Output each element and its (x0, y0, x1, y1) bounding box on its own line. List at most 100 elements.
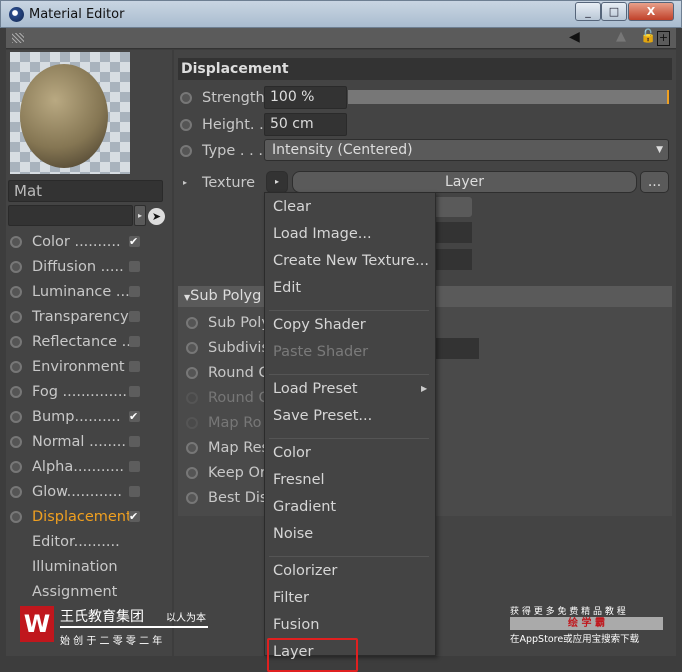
menu-item[interactable]: Create New Texture... (273, 253, 429, 269)
animate-radio-icon[interactable] (10, 486, 22, 498)
channel-checkbox[interactable] (129, 361, 140, 372)
animate-radio-icon[interactable] (10, 311, 22, 323)
type-dropdown[interactable]: Intensity (Centered) ▼ (264, 139, 669, 161)
channel-item[interactable]: Fog .............. (10, 381, 160, 403)
channel-checkbox[interactable] (129, 286, 140, 297)
animate-radio-icon[interactable] (180, 145, 192, 157)
channel-item[interactable]: Color .......... ✔ (10, 231, 160, 253)
menu-item[interactable]: Fresnel (273, 472, 325, 488)
channel-label: Reflectance .. (32, 334, 131, 350)
lock-icon[interactable]: 🔓 (640, 29, 656, 44)
hidden-input[interactable] (430, 338, 479, 359)
channel-item[interactable]: Environment (10, 356, 160, 378)
sidebar-item[interactable]: Editor.......... (10, 531, 160, 553)
channel-checkbox[interactable] (129, 461, 140, 472)
menu-item[interactable]: Load Preset (273, 381, 358, 397)
menu-item[interactable]: Save Preset... (273, 408, 372, 424)
channel-item[interactable]: Alpha........... (10, 456, 160, 478)
menu-item[interactable]: Gradient (273, 499, 336, 515)
grip-icon[interactable] (12, 33, 24, 43)
channel-checkbox[interactable]: ✔ (129, 411, 140, 422)
channel-checkbox[interactable] (129, 436, 140, 447)
menu-item-label: Load Image... (273, 226, 372, 242)
menu-item[interactable]: Noise (273, 526, 313, 542)
material-name-field[interactable]: Mat (8, 180, 163, 202)
menu-item[interactable]: Filter (273, 590, 309, 606)
channel-item[interactable]: Glow............ (10, 481, 160, 503)
channel-checkbox[interactable] (129, 261, 140, 272)
animate-radio-icon[interactable] (10, 436, 22, 448)
animate-radio-icon[interactable] (10, 261, 22, 273)
height-input[interactable]: 50 cm (264, 113, 347, 136)
texture-more-button[interactable]: ... (640, 171, 669, 193)
menu-item-label: Filter (273, 590, 309, 606)
menu-item[interactable]: Load Image... (273, 226, 372, 242)
animate-radio-icon[interactable] (10, 236, 22, 248)
animate-radio-icon[interactable] (10, 511, 22, 523)
animate-radio-icon[interactable] (180, 92, 192, 104)
channel-checkbox[interactable] (129, 486, 140, 497)
menu-item[interactable]: Edit (273, 280, 301, 296)
hidden-dropdown[interactable] (430, 197, 472, 217)
minimize-button[interactable]: _ (575, 2, 601, 21)
back-arrow-icon[interactable]: ◀ (569, 29, 580, 45)
animate-radio-icon[interactable] (180, 119, 192, 131)
animate-radio-icon[interactable] (186, 342, 198, 354)
animate-radio-icon[interactable] (186, 442, 198, 454)
animate-radio-icon[interactable] (186, 392, 198, 404)
animate-radio-icon[interactable] (186, 367, 198, 379)
animate-radio-icon[interactable] (10, 336, 22, 348)
menu-item[interactable]: Colorizer (273, 563, 337, 579)
menu-item[interactable]: Clear (273, 199, 311, 215)
animate-radio-icon[interactable] (10, 386, 22, 398)
channel-checkbox[interactable]: ✔ (129, 511, 140, 522)
sidebar-item[interactable]: Assignment (10, 581, 160, 603)
link-arrow-button[interactable]: ▸ (134, 205, 146, 226)
animate-radio-icon[interactable] (10, 411, 22, 423)
height-row: Height. . (180, 114, 264, 136)
link-field[interactable] (8, 205, 133, 226)
channel-item[interactable]: Luminance ... (10, 281, 160, 303)
animate-radio-icon[interactable] (10, 361, 22, 373)
menu-item: Paste Shader (273, 344, 368, 360)
maximize-button[interactable]: □ (601, 2, 627, 21)
animate-radio-icon[interactable] (186, 417, 198, 429)
watermark-download: 在AppStore或应用宝搜索下载 (510, 634, 640, 645)
channel-label: Fog .............. (32, 384, 128, 400)
channel-checkbox[interactable] (129, 311, 140, 322)
close-button[interactable]: X (628, 2, 674, 21)
animate-radio-icon[interactable] (186, 492, 198, 504)
channel-item[interactable]: Diffusion ..... (10, 256, 160, 278)
menu-item[interactable]: Fusion (273, 617, 319, 633)
pick-pointer-icon[interactable]: ➤ (148, 208, 165, 225)
sub-row-label: Best Dis (208, 490, 268, 506)
channel-item[interactable]: Normal ........ (10, 431, 160, 453)
hidden-input[interactable] (430, 249, 472, 270)
channel-item[interactable]: Reflectance .. (10, 331, 160, 353)
material-preview[interactable] (10, 52, 130, 174)
hidden-input[interactable] (430, 222, 472, 243)
animate-radio-icon[interactable] (10, 286, 22, 298)
animate-radio-icon[interactable] (10, 461, 22, 473)
menu-item[interactable]: Copy Shader (273, 317, 366, 333)
texture-shader-button[interactable]: Layer (292, 171, 637, 193)
channel-checkbox[interactable]: ✔ (129, 236, 140, 247)
channel-item[interactable]: Bump.......... ✔ (10, 406, 160, 428)
animate-radio-icon[interactable] (186, 467, 198, 479)
texture-menu-button[interactable]: ▸ (266, 171, 288, 193)
channel-label: Luminance ... (32, 284, 130, 300)
channel-checkbox[interactable] (129, 336, 140, 347)
animate-radio-icon[interactable] (186, 317, 198, 329)
sidebar-item[interactable]: Illumination (10, 556, 160, 578)
channel-checkbox[interactable] (129, 386, 140, 397)
expand-arrow-icon[interactable]: ▸ (183, 172, 187, 194)
sub-row-label: Map Ro (208, 415, 262, 431)
up-arrow-icon[interactable]: ▲ (616, 29, 626, 44)
strength-input[interactable]: 100 % (264, 86, 347, 109)
channel-item[interactable]: Displacement ✔ (10, 506, 160, 528)
slider-handle[interactable] (667, 90, 669, 104)
strength-slider[interactable] (348, 90, 669, 104)
menu-item[interactable]: Color (273, 445, 311, 461)
channel-item[interactable]: Transparency (10, 306, 160, 328)
new-window-icon[interactable]: + (657, 31, 670, 46)
